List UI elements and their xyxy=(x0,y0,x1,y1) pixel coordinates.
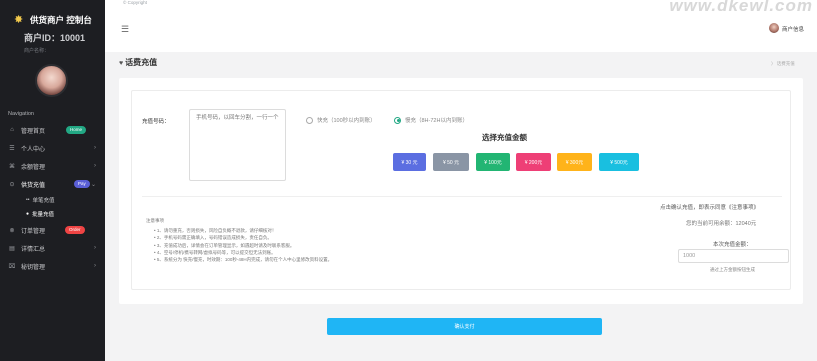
merchant-name: 商户名称： xyxy=(24,48,50,54)
sidebar: ✸ 供货商户 控制台 商户ID：10001 商户名称： Navigation ⌂… xyxy=(0,0,105,361)
chevron-right-icon: › xyxy=(94,245,96,251)
home-icon: ⌂ xyxy=(10,127,14,133)
sidebar-subitem-batch[interactable]: ● 批量充值 xyxy=(0,207,105,221)
top-header: © Copyright www.dkewl.com ☰ 商户信息 xyxy=(105,0,817,52)
confirm-pay-button[interactable]: 确认支付 xyxy=(327,318,602,335)
confirm-hint: 点击确认充值，即表示同意《注意事项》 xyxy=(660,205,760,211)
sidebar-item-profile[interactable]: ☰ 个人中心 › xyxy=(0,139,105,157)
sidebar-subitem-single[interactable]: •• 单笔充值 xyxy=(0,193,105,207)
chevron-right-icon: › xyxy=(94,163,96,169)
page-title-text: 话费充值 xyxy=(125,58,158,67)
sidebar-item-recharge[interactable]: ⊙ 供货充值 Pay ⌄ xyxy=(0,175,105,193)
sidebar-item-label: 详情汇总 xyxy=(21,246,46,253)
page-title: ♥ 话费充值 xyxy=(119,57,157,68)
user-info-link[interactable]: 商户信息 xyxy=(782,25,804,33)
sun-logo-icon: ✸ xyxy=(14,14,24,26)
nav-heading: Navigation xyxy=(8,111,34,117)
order-icon: ⊗ xyxy=(9,227,15,234)
recharge-form: 充值号码： 快充（100秒以内到账） 慢充（8H-72H以内到账） 选择充值金额… xyxy=(131,90,791,290)
chevron-right-icon: › xyxy=(94,145,96,151)
bullet-icon: •• xyxy=(26,197,30,203)
avatar[interactable] xyxy=(35,64,68,97)
radio-circle xyxy=(306,116,313,124)
pay-badge: Pay xyxy=(74,180,90,188)
available-balance: 您的当前可用余额：12040元 xyxy=(686,221,757,227)
sum-note: 通过上方金额按钮生成 xyxy=(710,267,755,272)
chevron-right-icon: › xyxy=(94,263,96,269)
user-avatar[interactable] xyxy=(769,23,779,33)
amount-button-200[interactable]: ¥ 200元 xyxy=(516,153,551,171)
amount-button-500[interactable]: ¥ 500元 xyxy=(599,153,639,171)
heart-icon: ♥ xyxy=(119,60,124,67)
amount-button-100[interactable]: ¥ 100元 xyxy=(476,153,510,171)
note-item: • 4、空号/停机/携号转网/虚拟号码等，可以提交但无法到账。 xyxy=(154,249,276,255)
amount-button-300[interactable]: ¥ 300元 xyxy=(557,153,592,171)
fast-charge-radio[interactable]: 快充（100秒以内到账） xyxy=(306,116,376,124)
bullet-icon: ● xyxy=(26,211,30,217)
sidebar-item-label: 订单管理 xyxy=(21,228,46,235)
report-icon: ▤ xyxy=(9,245,15,252)
phone-label: 充值号码： xyxy=(142,119,170,125)
money-icon: ⌘ xyxy=(9,163,15,170)
sidebar-item-label: 余额管理 xyxy=(21,164,46,171)
recharge-icon: ⊙ xyxy=(9,181,15,188)
sidebar-item-label: 个人中心 xyxy=(21,146,46,153)
phone-numbers-input[interactable] xyxy=(189,109,286,181)
slow-charge-radio[interactable]: 慢充（8H-72H以内到账） xyxy=(394,116,468,124)
sidebar-subitem-label: 单笔充值 xyxy=(32,198,55,204)
brand-title: 供货商户 控制台 xyxy=(30,15,92,25)
key-icon: ⌧ xyxy=(8,263,16,270)
menu-toggle-icon[interactable]: ☰ xyxy=(121,24,129,35)
brand: ✸ 供货商户 控制台 xyxy=(0,0,105,26)
note-item: • 5、系统分为 快充/慢充，时效期：100秒-48H内完成，请勿在个人中心里修… xyxy=(154,257,333,263)
fast-charge-label: 快充（100秒以内到账） xyxy=(317,118,376,124)
sidebar-item-label: 秘钥管理 xyxy=(21,264,46,271)
sidebar-item-report[interactable]: ▤ 详情汇总 › xyxy=(0,239,105,257)
sidebar-subitem-label: 批量充值 xyxy=(32,212,55,218)
divider xyxy=(142,196,782,197)
sidebar-item-orders[interactable]: ⊗ 订单管理 Order xyxy=(0,221,105,239)
watermark: www.dkewl.com xyxy=(669,0,813,15)
radio-circle xyxy=(394,116,401,124)
recharge-card: 充值号码： 快充（100秒以内到账） 慢充（8H-72H以内到账） 选择充值金额… xyxy=(119,78,803,304)
note-item: • 3、充值成功后，详情会在订单管理显示，如遇超时请及时联系客服。 xyxy=(154,242,295,248)
note-item: • 2、手机号码需正确填入，号码错误造成损失，责任自负。 xyxy=(154,235,272,241)
copyright-text: © Copyright xyxy=(123,0,147,5)
recharge-amount-field[interactable] xyxy=(678,249,789,263)
order-badge: Order xyxy=(65,226,85,234)
sidebar-item-home[interactable]: ⌂ 管理首页 Home xyxy=(0,121,105,139)
sidebar-item-balance[interactable]: ⌘ 余额管理 › xyxy=(0,157,105,175)
notes-title: 注意事项 xyxy=(146,218,164,223)
chevron-down-icon: ⌄ xyxy=(90,181,96,188)
nav-list: ⌂ 管理首页 Home ☰ 个人中心 › ⌘ 余额管理 › ⊙ 供货充值 Pay… xyxy=(0,121,105,275)
note-item: • 1、请勿重充，否则损失，风险自负概不退款，请仔细核对！ xyxy=(154,228,277,233)
amount-button-30[interactable]: ¥ 30 元 xyxy=(393,153,426,171)
sidebar-item-label: 管理首页 xyxy=(21,128,46,135)
sidebar-item-label: 供货充值 xyxy=(21,182,46,189)
home-badge: Home xyxy=(66,126,87,134)
amount-button-50[interactable]: ¥ 50 元 xyxy=(433,153,469,171)
breadcrumb[interactable]: 〉 话费充值 xyxy=(771,61,795,67)
sidebar-item-keys[interactable]: ⌧ 秘钥管理 › xyxy=(0,257,105,275)
sum-label: 本次充值金额： xyxy=(713,242,752,248)
merchant-id: 商户ID：10001 xyxy=(24,33,86,43)
amount-title: 选择充值金额 xyxy=(482,133,527,142)
user-icon: ☰ xyxy=(9,145,15,152)
notes-list: • 1、请勿重充，否则损失，风险自负概不退款，请仔细核对！ • 2、手机号码需正… xyxy=(154,227,332,263)
slow-charge-label: 慢充（8H-72H以内到账） xyxy=(405,118,468,124)
